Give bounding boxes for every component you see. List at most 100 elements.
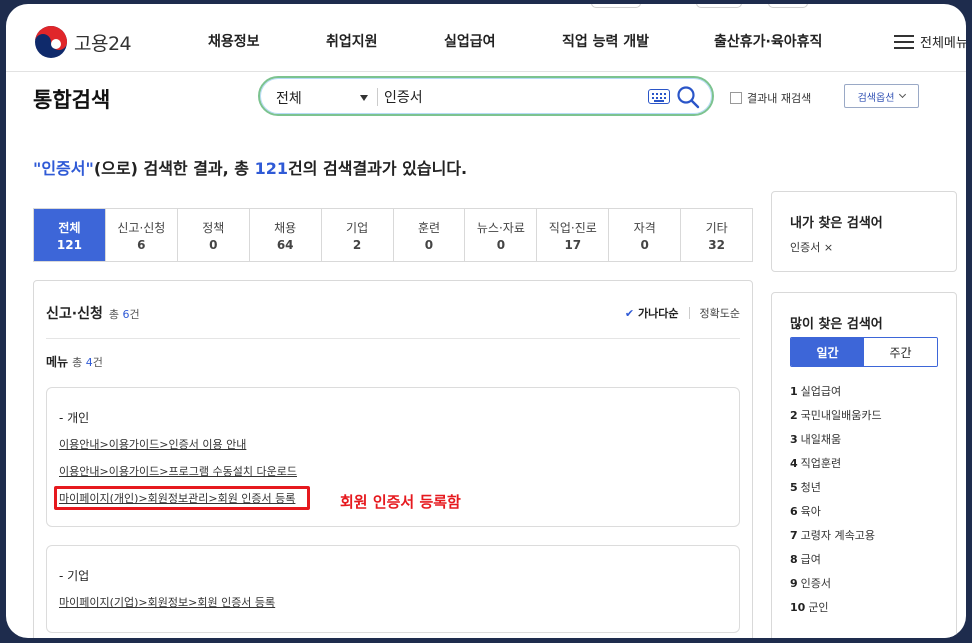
tab-daily[interactable]: 일간 — [791, 338, 864, 366]
popular-term[interactable]: 3 내일채움 — [790, 431, 841, 447]
link-company-certificate-register[interactable]: 마이페이지(기업)>회원정보>회원 인증서 등록 — [59, 594, 275, 610]
summary-count: 121 — [254, 159, 288, 178]
virtual-keyboard-icon[interactable] — [648, 89, 670, 104]
section-title: 신고·신청 총 6건 — [46, 303, 140, 323]
subsection-total-suffix: 건 — [92, 356, 103, 369]
result-summary: "인증서"(으로) 검색한 결과, 총 121건의 검색결과가 있습니다. — [33, 155, 467, 179]
popular-search-terms-box: 많이 찾은 검색어 일간 주간 1 실업급여 2 국민내일배움카드 3 내일채움 4직… — [771, 292, 957, 638]
checkbox-icon[interactable] — [730, 92, 742, 104]
rank-number: 9 — [790, 577, 798, 590]
link-certificate-guide[interactable]: 이용안내>이용가이드>인증서 이용 안내 — [59, 436, 246, 452]
top-utility-stub[interactable] — [591, 4, 641, 8]
tab-label: 전체 — [58, 221, 81, 235]
subsection-total-prefix: 총 — [72, 356, 86, 369]
rank-number: 10 — [790, 601, 806, 614]
tab-report-apply[interactable]: 신고·신청 6 — [104, 209, 177, 261]
tab-label: 정책 — [202, 221, 225, 235]
search-input[interactable] — [384, 87, 634, 107]
link-manual-install-download[interactable]: 이용안내>이용가이드>프로그램 수동설치 다운로드 — [59, 463, 297, 479]
popular-term[interactable]: 4 직업훈련 — [790, 455, 841, 471]
check-icon: ✔ — [624, 306, 635, 320]
tab-certification[interactable]: 자격 0 — [608, 209, 680, 261]
popular-term[interactable]: 5 청년 — [790, 479, 821, 495]
tab-etc[interactable]: 기타 32 — [680, 209, 752, 261]
all-menu-button[interactable]: 전체메뉴 — [894, 32, 966, 51]
sort-alphabetical[interactable]: 가나다순 — [638, 305, 678, 321]
my-search-terms-title: 내가 찾은 검색어 — [790, 216, 883, 231]
tab-policy[interactable]: 정책 0 — [176, 209, 249, 261]
nav-item-unemployment-benefit[interactable]: 실업급여 — [444, 31, 496, 51]
my-search-term-chip[interactable]: 인증서 × — [790, 239, 833, 255]
menu-subsection-title: 메뉴 총 4건 — [46, 353, 103, 370]
tab-all[interactable]: 전체 121 — [34, 209, 105, 261]
nav-item-parental-leave[interactable]: 출산휴가·육아휴직 — [714, 31, 822, 51]
rank-number: 5 — [790, 481, 798, 494]
rank-term: 실업급여 — [800, 385, 842, 398]
tab-career[interactable]: 직업·진로 17 — [536, 209, 608, 261]
tab-company[interactable]: 기업 2 — [320, 209, 393, 261]
tab-count: 2 — [352, 238, 362, 252]
tab-label: 뉴스·자료 — [476, 221, 525, 235]
search-options-button[interactable]: 검색옵션 — [844, 84, 919, 108]
popular-term[interactable]: 9 인증서 — [790, 575, 831, 591]
popular-term[interactable]: 1 실업급여 — [790, 383, 841, 399]
sort-accuracy[interactable]: 정확도순 — [700, 305, 740, 321]
highlight-box — [54, 486, 310, 510]
rank-term: 급여 — [800, 553, 821, 566]
browser-frame: 고용24 채용정보 취업지원 실업급여 직업 능력 개발 출산휴가·육아휴직 전… — [6, 4, 966, 638]
tab-count: 121 — [56, 238, 82, 252]
tab-count: 0 — [209, 238, 218, 252]
tab-count: 17 — [564, 238, 582, 252]
top-header: 고용24 채용정보 취업지원 실업급여 직업 능력 개발 출산휴가·육아휴직 전… — [6, 4, 966, 72]
divider — [46, 338, 740, 339]
tab-hiring[interactable]: 채용 64 — [248, 209, 321, 261]
subsection-total: 총 4건 — [72, 356, 103, 369]
section-total: 총 6건 — [109, 308, 140, 321]
period-toggle: 일간 주간 — [790, 337, 938, 367]
all-menu-label: 전체메뉴 — [920, 36, 966, 51]
popular-term[interactable]: 6 육아 — [790, 503, 821, 519]
search-options-label: 검색옵션 — [857, 92, 895, 104]
nav-item-jobs[interactable]: 채용정보 — [208, 31, 260, 51]
logo-text: 고용24 — [74, 32, 132, 55]
search-within-results-checkbox[interactable]: 결과내 재검색 — [730, 90, 811, 106]
popular-term[interactable]: 10 군인 — [790, 599, 829, 615]
chevron-down-icon — [899, 90, 907, 99]
rank-number: 8 — [790, 553, 798, 566]
rank-term: 직업훈련 — [800, 457, 842, 470]
tab-news[interactable]: 뉴스·자료 0 — [464, 209, 536, 261]
search-divider — [377, 88, 378, 106]
top-utility-stub[interactable] — [768, 4, 808, 8]
rank-number: 3 — [790, 433, 798, 446]
summary-tail: 건의 검색결과가 있습니다. — [288, 159, 468, 178]
search-scope-select[interactable]: 전체 — [276, 88, 302, 108]
nav-item-employment-support[interactable]: 취업지원 — [326, 31, 378, 51]
popular-term[interactable]: 8 급여 — [790, 551, 821, 567]
rank-term: 군인 — [808, 601, 829, 614]
summary-mid: (으로) 검색한 결과, 총 — [93, 159, 255, 178]
my-search-terms-box: 내가 찾은 검색어 인증서 × — [771, 191, 957, 272]
tab-label: 채용 — [274, 221, 297, 235]
search-icon[interactable] — [676, 85, 700, 109]
popular-term[interactable]: 7 고령자 계속고용 — [790, 527, 875, 543]
hamburger-icon — [894, 34, 914, 49]
top-utility-stub[interactable] — [696, 4, 742, 8]
rank-number: 2 — [790, 409, 798, 422]
search-box: 전체 — [258, 76, 714, 116]
tab-label: 기타 — [705, 221, 728, 235]
popular-term[interactable]: 2 국민내일배움카드 — [790, 407, 882, 423]
tab-count: 6 — [137, 238, 146, 252]
site-logo[interactable]: 고용24 — [34, 25, 132, 59]
tab-training[interactable]: 훈련 0 — [392, 209, 465, 261]
tab-weekly[interactable]: 주간 — [864, 338, 937, 366]
tab-count: 0 — [496, 238, 506, 252]
page-title: 통합검색 — [33, 88, 111, 112]
rank-term: 육아 — [800, 505, 821, 518]
tab-count: 0 — [424, 238, 434, 252]
section-total-prefix: 총 — [108, 308, 123, 321]
sort-divider — [688, 307, 690, 319]
results-panel: 신고·신청 총 6건 ✔ 가나다순 정확도순 메뉴 총 4건 - 개인 이용안내>이… — [33, 280, 753, 638]
rank-term: 인증서 — [800, 577, 832, 590]
caret-down-icon[interactable] — [360, 95, 368, 101]
nav-item-skill-development[interactable]: 직업 능력 개발 — [562, 31, 649, 51]
